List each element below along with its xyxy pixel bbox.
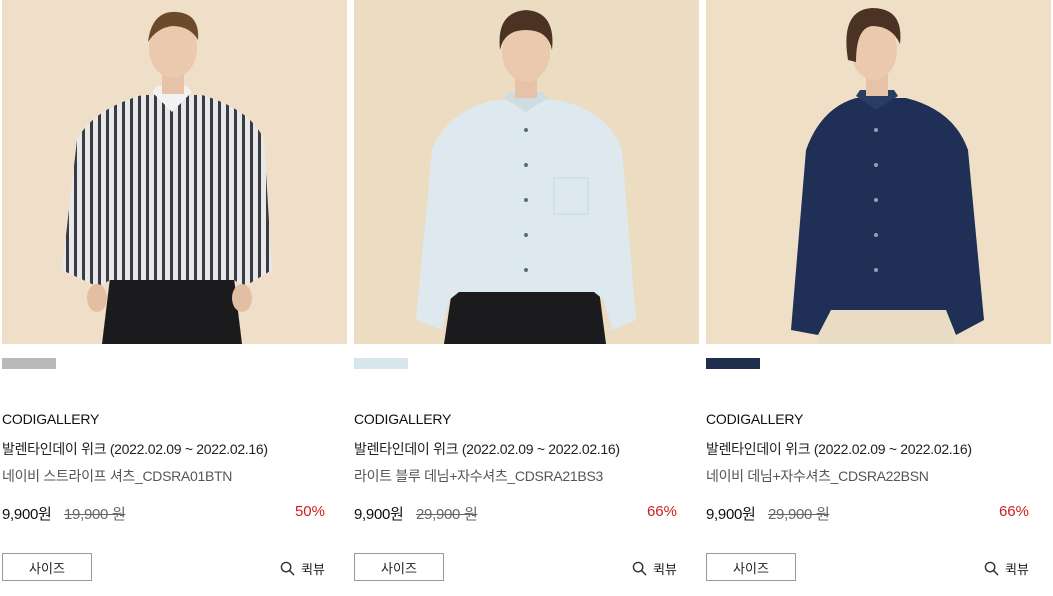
- discount-rate: 66%: [646, 503, 677, 520]
- sale-price: 9,900원: [2, 506, 52, 523]
- size-button[interactable]: 사이즈: [2, 553, 92, 581]
- product-image[interactable]: [2, 0, 347, 344]
- event-title[interactable]: 발렌타인데이 위크 (2022.02.09 ~ 2022.02.16): [706, 439, 972, 459]
- original-price: 19,900 원: [64, 506, 126, 523]
- event-title[interactable]: 발렌타인데이 위크 (2022.02.09 ~ 2022.02.16): [354, 439, 620, 459]
- size-button[interactable]: 사이즈: [706, 553, 796, 581]
- quick-view-label: 퀵뷰: [301, 561, 325, 577]
- search-icon: [984, 561, 999, 576]
- product-card[interactable]: CODIGALLERY 발렌타인데이 위크 (2022.02.09 ~ 2022…: [2, 0, 347, 596]
- size-button[interactable]: 사이즈: [354, 553, 444, 581]
- brand-name[interactable]: CODIGALLERY: [2, 411, 99, 427]
- price-row: 9,900원 29,900 원 66%: [354, 503, 677, 523]
- color-swatch[interactable]: [2, 358, 56, 369]
- product-name[interactable]: 네이비 데님+자수셔츠_CDSRA22BSN: [706, 466, 929, 486]
- color-swatch[interactable]: [354, 358, 408, 369]
- product-image[interactable]: [354, 0, 699, 344]
- original-price: 29,900 원: [768, 506, 830, 523]
- product-card[interactable]: CODIGALLERY 발렌타인데이 위크 (2022.02.09 ~ 2022…: [354, 0, 699, 596]
- quick-view-button[interactable]: 퀵뷰: [280, 558, 325, 578]
- discount-rate: 50%: [294, 503, 325, 520]
- quick-view-label: 퀵뷰: [1005, 561, 1029, 577]
- brand-name[interactable]: CODIGALLERY: [706, 411, 803, 427]
- quick-view-label: 퀵뷰: [653, 561, 677, 577]
- product-image[interactable]: [706, 0, 1051, 344]
- quick-view-button[interactable]: 퀵뷰: [984, 558, 1029, 578]
- product-card[interactable]: CODIGALLERY 발렌타인데이 위크 (2022.02.09 ~ 2022…: [706, 0, 1051, 596]
- search-icon: [632, 561, 647, 576]
- event-title[interactable]: 발렌타인데이 위크 (2022.02.09 ~ 2022.02.16): [2, 439, 268, 459]
- product-name[interactable]: 라이트 블루 데님+자수셔츠_CDSRA21BS3: [354, 466, 603, 486]
- product-name[interactable]: 네이비 스트라이프 셔츠_CDSRA01BTN: [2, 466, 232, 486]
- discount-rate: 66%: [998, 503, 1029, 520]
- quick-view-button[interactable]: 퀵뷰: [632, 558, 677, 578]
- price-row: 9,900원 19,900 원 50%: [2, 503, 325, 523]
- color-swatch[interactable]: [706, 358, 760, 369]
- price-row: 9,900원 29,900 원 66%: [706, 503, 1029, 523]
- brand-name[interactable]: CODIGALLERY: [354, 411, 451, 427]
- original-price: 29,900 원: [416, 506, 478, 523]
- sale-price: 9,900원: [354, 506, 404, 523]
- sale-price: 9,900원: [706, 506, 756, 523]
- search-icon: [280, 561, 295, 576]
